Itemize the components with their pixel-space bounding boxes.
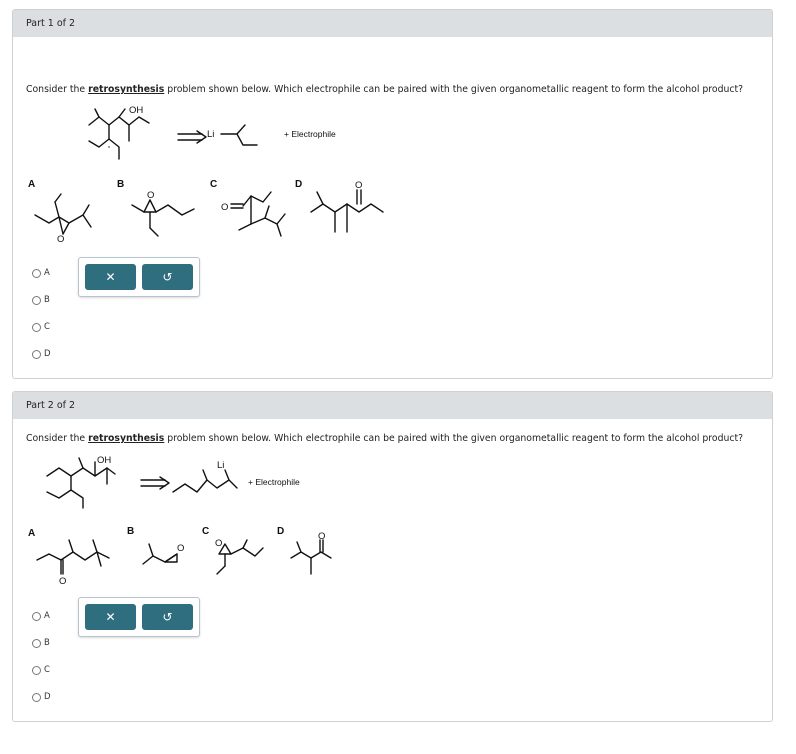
radio-c[interactable] [32,322,41,332]
svg-text:O: O [57,234,64,245]
oh-label: OH [129,105,143,116]
structure-d: O [310,180,401,246]
option-b[interactable]: B [32,638,50,648]
answer-button-panel: ✕ ↺ [78,597,200,637]
choice-label-d: D [277,526,285,537]
li-label: Li [217,460,224,471]
svg-text:O: O [318,531,325,542]
svg-text:O: O [59,576,66,587]
undo-icon: ↺ [162,270,173,284]
retrosynthesis-link[interactable]: retrosynthesis [88,84,164,95]
part-1-card: Part 1 of 2 Consider the retrosynthesis … [12,9,773,379]
svg-text:O: O [177,543,184,554]
structure-d: O [287,531,347,583]
option-b[interactable]: B [32,295,50,305]
product-structure: OH [39,452,139,516]
structure-b: O [139,534,199,578]
radio-a[interactable] [32,611,41,621]
retro-arrow-icon [140,474,171,493]
organolithium-structure: Li [172,458,253,502]
choice-label-b: B [117,179,125,190]
option-a[interactable]: A [32,611,50,621]
option-d[interactable]: D [32,692,51,702]
choice-label-c: C [210,179,218,190]
part-header: Part 1 of 2 [13,10,772,37]
clear-button[interactable]: ✕ [85,264,136,290]
radio-c[interactable] [32,665,41,675]
question-prompt: Consider the retrosynthesis problem show… [26,84,744,95]
choice-label-b: B [127,526,135,537]
option-d[interactable]: D [32,349,51,359]
radio-b[interactable] [32,638,41,648]
retro-arrow-icon [177,128,208,147]
radio-d[interactable] [32,692,41,702]
undo-button[interactable]: ↺ [142,604,193,630]
product-structure: OH [73,103,173,167]
svg-text:O: O [147,190,154,201]
structure-c: O [221,182,301,246]
structure-a: O [33,532,113,591]
radio-d[interactable] [32,349,41,359]
electrophile-label: + Electrophile [284,129,336,139]
svg-text:O: O [221,202,228,213]
radio-b[interactable] [32,295,41,305]
undo-icon: ↺ [162,610,173,624]
structure-a: O [31,182,111,246]
answer-button-panel: ✕ ↺ [78,257,200,297]
svg-text:O: O [355,180,362,191]
svg-text:O: O [215,538,222,549]
close-icon: ✕ [105,270,116,284]
question-prompt: Consider the retrosynthesis problem show… [26,433,744,444]
option-c[interactable]: C [32,665,50,675]
electrophile-label: + Electrophile [248,477,300,487]
part-header: Part 2 of 2 [13,392,772,419]
oh-label: OH [97,455,111,466]
part-2-card: Part 2 of 2 Consider the retrosynthesis … [12,391,773,722]
option-a[interactable]: A [32,268,50,278]
retrosynthesis-link[interactable]: retrosynthesis [88,433,164,444]
option-c[interactable]: C [32,322,50,332]
structure-c: O [209,534,269,583]
structure-b: O [128,182,208,246]
undo-button[interactable]: ↺ [142,264,193,290]
radio-a[interactable] [32,268,41,278]
li-label: Li [207,129,214,140]
organolithium-structure: Li [207,117,277,161]
close-icon: ✕ [105,610,116,624]
clear-button[interactable]: ✕ [85,604,136,630]
